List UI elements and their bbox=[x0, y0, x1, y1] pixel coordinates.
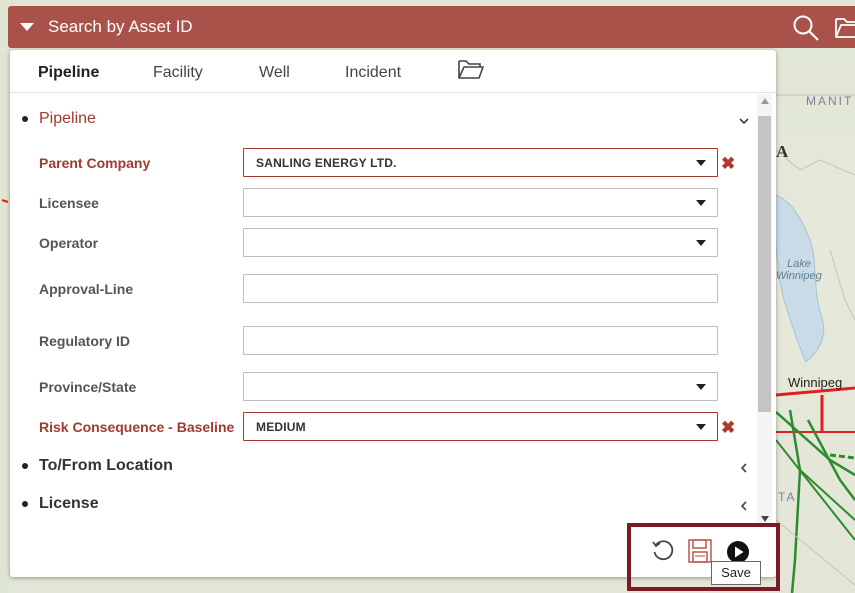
search-header-bar[interactable]: Search by Asset ID bbox=[8, 6, 855, 48]
parent-company-label: Parent Company bbox=[39, 155, 151, 171]
chevron-left-icon[interactable] bbox=[738, 462, 750, 474]
regulatory-id-input[interactable] bbox=[243, 326, 718, 355]
scroll-thumb[interactable] bbox=[758, 116, 771, 412]
save-tooltip: Save bbox=[711, 561, 761, 585]
parent-company-select[interactable]: SANLING ENERGY LTD. bbox=[243, 148, 718, 177]
map-label-lake: Lake Winnipeg bbox=[776, 258, 822, 282]
tab-pipeline[interactable]: Pipeline bbox=[38, 64, 99, 82]
risk-consequence-value: MEDIUM bbox=[256, 420, 306, 434]
operator-select[interactable] bbox=[243, 228, 718, 257]
dropdown-arrow-icon bbox=[696, 240, 706, 246]
operator-label: Operator bbox=[39, 235, 99, 251]
save-icon[interactable] bbox=[687, 538, 713, 564]
map-label-city: Winnipeg bbox=[788, 375, 843, 390]
form-content[interactable]: Pipeline Parent Company SANLING ENERGY L… bbox=[10, 94, 756, 522]
chevron-left-icon[interactable] bbox=[738, 500, 750, 512]
scroll-down-arrow-icon[interactable] bbox=[761, 516, 769, 522]
province-state-label: Province/State bbox=[39, 379, 137, 395]
dropdown-arrow-icon bbox=[696, 200, 706, 206]
map-label-partial: A bbox=[776, 142, 789, 161]
bullet bbox=[22, 463, 28, 469]
search-icon[interactable] bbox=[792, 14, 820, 42]
licensee-select[interactable] bbox=[243, 188, 718, 217]
clear-parent-company-icon[interactable]: ✖ bbox=[721, 155, 735, 172]
bullet bbox=[22, 116, 28, 122]
risk-consequence-select[interactable]: MEDIUM bbox=[243, 412, 718, 441]
dropdown-arrow-icon bbox=[696, 160, 706, 166]
section-license-label: License bbox=[39, 495, 99, 512]
province-state-select[interactable] bbox=[243, 372, 718, 401]
tab-bar: Pipeline Facility Well Incident bbox=[10, 50, 776, 93]
section-license[interactable]: License bbox=[22, 495, 99, 513]
dropdown-arrow-icon bbox=[696, 424, 706, 430]
scroll-up-arrow-icon[interactable] bbox=[761, 98, 769, 104]
section-pipeline-label: Pipeline bbox=[39, 110, 96, 127]
header-title: Search by Asset ID bbox=[48, 17, 193, 36]
tab-incident[interactable]: Incident bbox=[345, 64, 401, 82]
risk-consequence-label: Risk Consequence - Baseline bbox=[39, 419, 235, 435]
dropdown-arrow-icon bbox=[696, 384, 706, 390]
scrollbar[interactable] bbox=[757, 94, 772, 525]
licensee-label: Licensee bbox=[39, 195, 99, 211]
bullet bbox=[22, 501, 28, 507]
collapse-caret-icon[interactable] bbox=[20, 23, 34, 31]
map-label-partial-ta: TA bbox=[778, 490, 797, 504]
map-label-lake-line2: Winnipeg bbox=[776, 270, 822, 282]
clear-risk-consequence-icon[interactable]: ✖ bbox=[721, 419, 735, 436]
folder-icon[interactable] bbox=[834, 16, 855, 40]
tab-well[interactable]: Well bbox=[259, 64, 290, 82]
approval-line-input[interactable] bbox=[243, 274, 718, 303]
section-to-from-location[interactable]: To/From Location bbox=[22, 457, 173, 475]
folder-open-icon[interactable] bbox=[457, 59, 485, 81]
tab-facility[interactable]: Facility bbox=[153, 64, 203, 82]
regulatory-id-label: Regulatory ID bbox=[39, 333, 131, 349]
map-label-lake-line1: Lake bbox=[786, 258, 811, 270]
section-to-from-label: To/From Location bbox=[39, 457, 173, 474]
section-pipeline[interactable]: Pipeline bbox=[22, 110, 96, 128]
approval-line-label: Approval-Line bbox=[39, 281, 134, 297]
reset-icon[interactable] bbox=[650, 538, 676, 564]
chevron-down-icon[interactable] bbox=[738, 115, 750, 127]
search-panel: Pipeline Facility Well Incident Pipeline… bbox=[10, 50, 776, 577]
map-label-province: MANIT bbox=[806, 94, 854, 108]
parent-company-value: SANLING ENERGY LTD. bbox=[256, 156, 397, 170]
